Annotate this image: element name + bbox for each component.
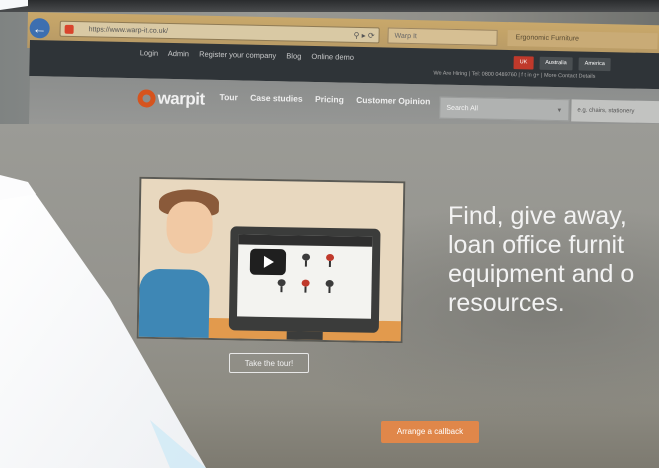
play-icon[interactable] [249,248,287,276]
topnav-online-demo[interactable]: Online demo [311,52,354,62]
topnav-admin[interactable]: Admin [168,49,189,58]
person-head [166,201,214,254]
tab-active[interactable]: Warp It [387,27,498,46]
logo-text: warpit [157,88,205,109]
address-url: https://www.warp-it.co.uk/ [88,26,169,35]
monitor-stand [286,331,323,344]
nav-tour[interactable]: Tour [219,92,237,102]
monitor-bezel [0,0,659,12]
search-input[interactable]: e.g. chairs, stationery [571,99,659,124]
warpit-logo[interactable]: warpit [137,88,205,109]
nav-customer-opinion[interactable]: Customer Opinion [356,95,430,107]
topnav-blog[interactable]: Blog [286,51,301,60]
headline-line-4: resources. [448,289,565,317]
region-australia-button[interactable]: Australia [539,56,573,71]
hero-section: Find, give away, loan office furnit equi… [0,124,659,468]
tab-other[interactable]: Ergonomic Furniture [507,30,658,50]
region-uk-button[interactable]: UK [513,56,534,70]
hiring-contact-line: We Are Hiring | Tel: 0800 0489760 | f t … [433,70,596,80]
arrange-callback-button[interactable]: Arrange a callback [381,421,479,443]
warpit-logo-icon [137,89,156,108]
headline-line-3: equipment and o [448,260,635,288]
headline-line-2: loan office furnit [448,231,625,259]
nav-pricing[interactable]: Pricing [315,94,344,105]
headline-line-1: Find, give away, [448,202,627,230]
photo-of-monitor: ← https://www.warp-it.co.uk/ ⚲ ▸ ⟳ Warp … [0,0,659,468]
topnav-register[interactable]: Register your company [199,50,276,61]
region-america-button[interactable]: America [578,57,611,72]
search-select-value: Search All [446,104,479,113]
chevron-down-icon: ▼ [556,108,563,115]
address-controls-icon[interactable]: ⚲ ▸ ⟳ [353,28,374,44]
topnav-login[interactable]: Login [140,48,159,57]
address-bar[interactable]: https://www.warp-it.co.uk/ ⚲ ▸ ⟳ [59,20,380,44]
hero-headline: Find, give away, loan office furnit equi… [448,202,659,318]
back-arrow-icon[interactable]: ← [29,18,50,39]
person-illustration [138,268,210,342]
monitor-illustration [228,226,381,333]
search-category-select[interactable]: Search All ▼ [439,96,570,122]
site-favicon-icon [64,24,74,34]
tour-video-thumbnail[interactable] [136,176,406,344]
nav-case-studies[interactable]: Case studies [250,93,303,104]
take-tour-button[interactable]: Take the tour! [229,353,309,373]
